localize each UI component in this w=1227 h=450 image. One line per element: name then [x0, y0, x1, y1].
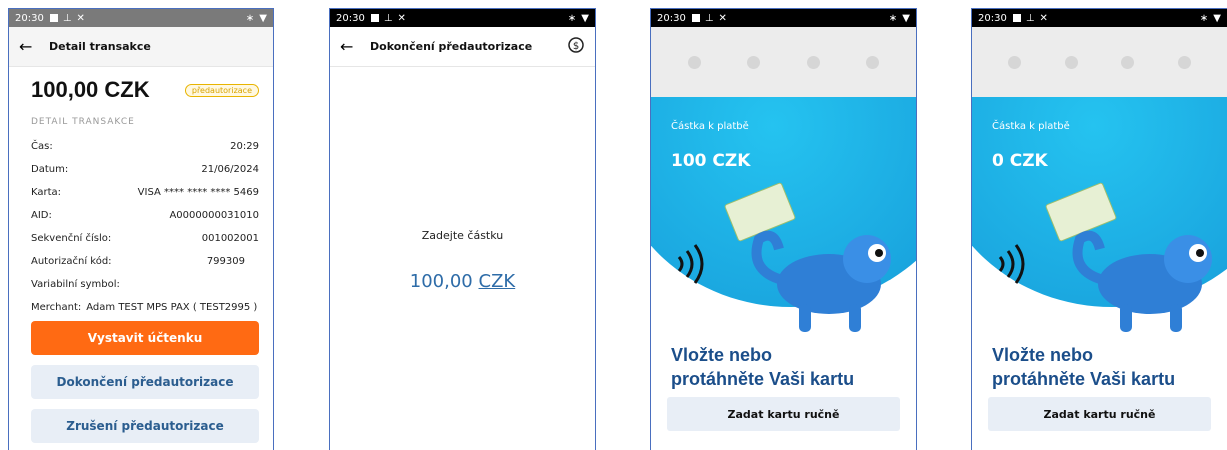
- issue-receipt-button[interactable]: Vystavit účtenku: [31, 321, 259, 355]
- status-badge: předautorizace: [184, 83, 259, 97]
- detail-row-merchant: Merchant: Adam TEST MPS PAX ( TEST2995 ): [9, 296, 273, 319]
- cancel-preauth-button[interactable]: Zrušení předautorizace: [31, 409, 259, 443]
- currency-selector[interactable]: CZK: [479, 271, 516, 292]
- detail-value: 21/06/2024: [201, 164, 259, 175]
- cta-line-2: protáhněte Vaši kartu: [671, 369, 855, 389]
- cta-line-1: Vložte nebo: [671, 345, 773, 365]
- detail-key: Autorizační kód:: [31, 256, 112, 267]
- section-heading: DETAIL TRANSAKCE: [31, 117, 135, 127]
- manual-card-entry-button[interactable]: Zadat kartu ručně: [667, 397, 900, 431]
- bluetooth-icon: ∗: [567, 12, 577, 24]
- chameleon-mascot-icon: [1072, 230, 1212, 332]
- detail-row-auth-code: Autorizační kód: 799309: [9, 250, 273, 273]
- status-bar: 20:30 ⊥ ✕ ∗ ▼: [972, 9, 1227, 27]
- status-notification-icons: ⊥ ✕: [691, 13, 727, 24]
- insert-card-prompt: Vložte nebo protáhněte Vaši kartu: [651, 337, 916, 391]
- status-right-icons: ∗ ▼: [246, 13, 267, 24]
- insert-card-prompt: Vložte nebo protáhněte Vaši kartu: [972, 337, 1227, 391]
- page-title: Detail transakce: [49, 40, 151, 53]
- payment-hero: Částka k platbě 0 CZK: [972, 97, 1227, 337]
- status-bar: 20:30 ⊥ ✕ ∗ ▼: [9, 9, 273, 27]
- detail-list: Čas: 20:29 Datum: 21/06/2024 Karta: VISA **…: [9, 135, 273, 319]
- wifi-icon: ▼: [902, 12, 910, 24]
- payment-amount: 0 CZK: [992, 151, 1048, 171]
- status-notification-icons: ⊥ ✕: [1012, 13, 1048, 24]
- app-bar: ← Detail transakce: [9, 27, 273, 67]
- status-bar: 20:30 ⊥ ✕ ∗ ▼: [330, 9, 595, 27]
- status-right-icons: ∗ ▼: [1200, 13, 1221, 24]
- status-notification-icons: ⊥ ✕: [370, 13, 406, 24]
- amount-label: Částka k platbě: [671, 121, 749, 132]
- dot-icon: [1178, 55, 1192, 69]
- status-right-icons: ∗ ▼: [889, 13, 910, 24]
- wifi-icon: ▼: [1213, 12, 1221, 24]
- detail-key: Karta:: [31, 187, 62, 198]
- detail-value: 799309: [206, 256, 245, 267]
- status-notification-icons: ⊥ ✕: [49, 13, 85, 24]
- detail-key: Čas:: [31, 141, 53, 152]
- bluetooth-icon: ∗: [1199, 12, 1209, 24]
- amount-value: 100,00: [409, 271, 473, 292]
- contactless-icon: [677, 244, 704, 284]
- phone-preauth-completion: 20:30 ⊥ ✕ ∗ ▼ ← Dokončení předautorizace $…: [329, 8, 596, 450]
- currency-exchange-icon[interactable]: $: [567, 36, 585, 58]
- wifi-icon: ▼: [259, 12, 267, 24]
- app-bar: ← Dokončení předautorizace $: [330, 27, 595, 67]
- detail-row-date: Datum: 21/06/2024: [9, 158, 273, 181]
- detail-row-sequence: Sekvenční číslo: 001002001: [9, 227, 273, 250]
- detail-value: 001002001: [201, 233, 259, 244]
- detail-key: Datum:: [31, 164, 69, 175]
- status-time: 20:30: [336, 12, 365, 24]
- amount-row: 100,00 CZK předautorizace: [9, 67, 273, 107]
- dot-icon: [1064, 55, 1078, 69]
- detail-row-aid: AID: A0000000031010: [9, 204, 273, 227]
- back-arrow-icon[interactable]: ←: [19, 37, 41, 56]
- contactless-icon: [998, 244, 1025, 284]
- manual-card-entry-button[interactable]: Zadat kartu ručně: [988, 397, 1211, 431]
- amount-prompt: Zadejte částku: [421, 229, 504, 242]
- phone-transaction-detail: 20:30 ⊥ ✕ ∗ ▼ ← Detail transakce 100,00 CZ…: [8, 8, 274, 450]
- detail-row-variable-symbol: Variabilní symbol:: [9, 273, 273, 296]
- dot-icon: [1007, 55, 1021, 69]
- bluetooth-icon: ∗: [245, 12, 255, 24]
- dot-icon: [865, 55, 879, 69]
- payment-amount: 100 CZK: [671, 151, 751, 171]
- progress-dots: [972, 27, 1227, 97]
- wifi-icon: ▼: [581, 12, 589, 24]
- detail-key: Variabilní symbol:: [31, 279, 120, 290]
- bluetooth-icon: ∗: [888, 12, 898, 24]
- cta-line-1: Vložte nebo: [992, 345, 1094, 365]
- status-right-icons: ∗ ▼: [568, 13, 589, 24]
- amount-label: Částka k platbě: [992, 121, 1070, 132]
- transaction-amount: 100,00 CZK: [31, 77, 150, 102]
- cta-line-2: protáhněte Vaši kartu: [992, 369, 1176, 389]
- detail-key: AID:: [31, 210, 52, 221]
- phone-payment-100: 20:30 ⊥ ✕ ∗ ▼ Částka k platbě 100 CZK Vlož…: [650, 8, 917, 450]
- chameleon-mascot-icon: [751, 230, 891, 332]
- dot-icon: [688, 55, 702, 69]
- page-title: Dokončení předautorizace: [370, 40, 533, 53]
- complete-preauth-button[interactable]: Dokončení předautorizace: [31, 365, 259, 399]
- detail-value: A0000000031010: [169, 210, 259, 221]
- dot-icon: [806, 55, 820, 69]
- detail-value: Adam TEST MPS PAX ( TEST2995 ): [86, 302, 258, 313]
- status-time: 20:30: [15, 12, 44, 24]
- phone-payment-0: 20:30 ⊥ ✕ ∗ ▼ Částka k platbě 0 CZK Vložte…: [971, 8, 1227, 450]
- amount-input[interactable]: 100,00 CZK: [330, 271, 595, 292]
- dot-icon: [747, 55, 761, 69]
- status-bar: 20:30 ⊥ ✕ ∗ ▼: [651, 9, 916, 27]
- detail-row-card: Karta: VISA **** **** **** 5469: [9, 181, 273, 204]
- dot-icon: [1121, 55, 1135, 69]
- detail-value: 20:29: [230, 141, 259, 152]
- svg-text:$: $: [573, 41, 579, 52]
- detail-row-time: Čas: 20:29: [9, 135, 273, 158]
- detail-value: VISA **** **** **** 5469: [137, 187, 259, 198]
- progress-dots: [651, 27, 916, 97]
- detail-key: Sekvenční číslo:: [31, 233, 112, 244]
- payment-hero: Částka k platbě 100 CZK: [651, 97, 916, 337]
- back-arrow-icon[interactable]: ←: [340, 37, 362, 56]
- status-time: 20:30: [978, 12, 1007, 24]
- detail-key: Merchant:: [31, 302, 82, 313]
- status-time: 20:30: [657, 12, 686, 24]
